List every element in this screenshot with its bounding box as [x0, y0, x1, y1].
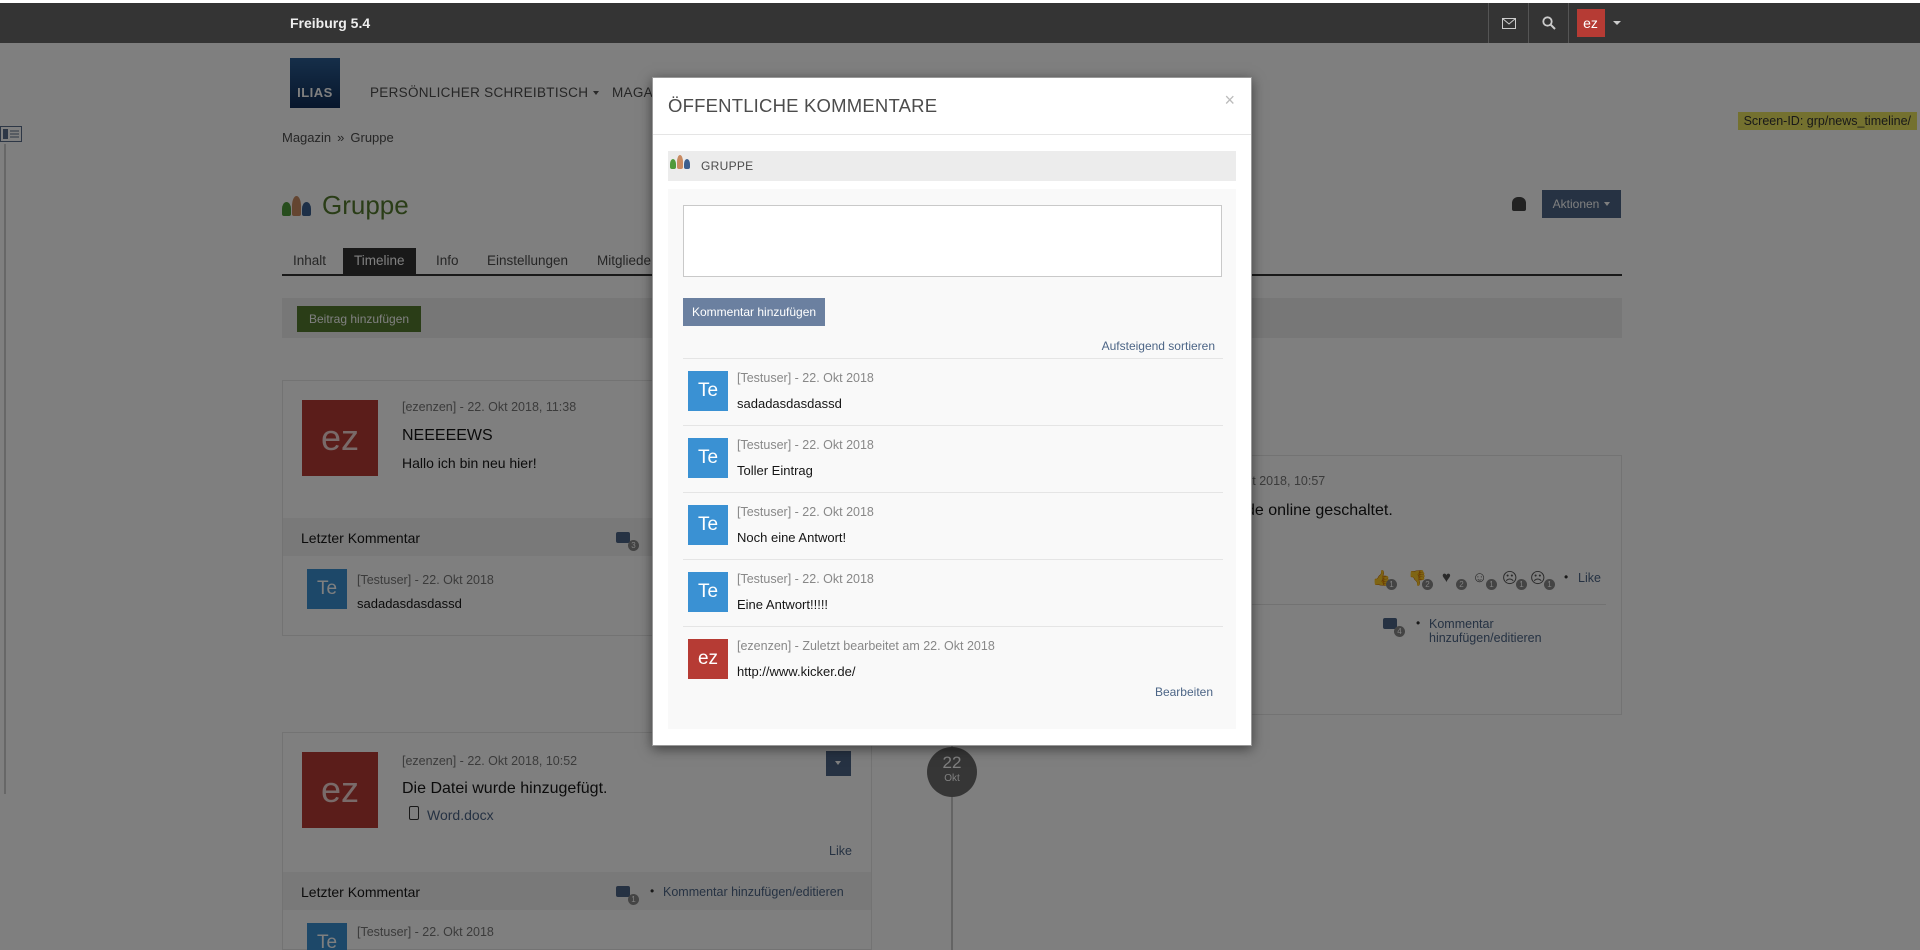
avatar: Te: [688, 505, 728, 545]
comment-item: Te [Testuser] - 22. Okt 2018 sadadasdasd…: [683, 358, 1223, 425]
comments-modal: ÖFFENTLICHE KOMMENTARE × GRUPPE Kommenta…: [652, 77, 1252, 746]
mail-icon: [1501, 17, 1516, 29]
comment-meta: [ezenzen] - Zuletzt bearbeitet am 22. Ok…: [737, 639, 995, 653]
top-bar: Freiburg 5.4 ez: [0, 3, 1920, 43]
sort-ascending-link[interactable]: Aufsteigend sortieren: [1102, 339, 1215, 353]
avatar: ez: [688, 639, 728, 679]
comment-item: Te [Testuser] - 22. Okt 2018 Eine Antwor…: [683, 559, 1223, 626]
search-icon: [1541, 16, 1556, 30]
installation-name[interactable]: Freiburg 5.4: [290, 3, 370, 43]
modal-backdrop[interactable]: ÖFFENTLICHE KOMMENTARE × GRUPPE Kommenta…: [0, 43, 1920, 950]
comment-item: Te [Testuser] - 22. Okt 2018 Noch eine A…: [683, 492, 1223, 559]
comment-meta: [Testuser] - 22. Okt 2018: [737, 505, 874, 519]
comment-item: ez [ezenzen] - Zuletzt bearbeitet am 22.…: [683, 626, 1223, 693]
comment-meta: [Testuser] - 22. Okt 2018: [737, 572, 874, 586]
close-icon[interactable]: ×: [1224, 90, 1235, 111]
comment-item: Te [Testuser] - 22. Okt 2018 Toller Eint…: [683, 425, 1223, 492]
context-header: GRUPPE: [668, 151, 1236, 181]
user-menu-button[interactable]: ez: [1568, 3, 1628, 43]
search-button[interactable]: [1528, 3, 1568, 43]
modal-header: ÖFFENTLICHE KOMMENTARE ×: [653, 78, 1251, 135]
comment-textarea[interactable]: [683, 205, 1222, 277]
add-comment-button[interactable]: Kommentar hinzufügen: [683, 298, 826, 326]
context-label: GRUPPE: [701, 159, 754, 173]
comment-text: Noch eine Antwort!: [737, 530, 847, 545]
comment-text: sadadasdasdassd: [737, 396, 842, 411]
comment-text[interactable]: http://www.kicker.de/: [737, 664, 856, 679]
comment-text: Eine Antwort!!!!!: [737, 597, 829, 612]
edit-comment-link[interactable]: Bearbeiten: [1155, 685, 1213, 699]
avatar: Te: [688, 438, 728, 478]
group-icon: [670, 155, 691, 169]
chevron-down-icon: [1612, 21, 1621, 25]
comment-meta: [Testuser] - 22. Okt 2018: [737, 371, 874, 385]
modal-title: ÖFFENTLICHE KOMMENTARE: [668, 95, 938, 116]
comment-text: Toller Eintrag: [737, 463, 813, 478]
avatar: Te: [688, 371, 728, 411]
comment-meta: [Testuser] - 22. Okt 2018: [737, 438, 874, 452]
avatar: Te: [688, 572, 728, 612]
user-avatar: ez: [1576, 9, 1605, 37]
mail-button[interactable]: [1488, 3, 1528, 43]
